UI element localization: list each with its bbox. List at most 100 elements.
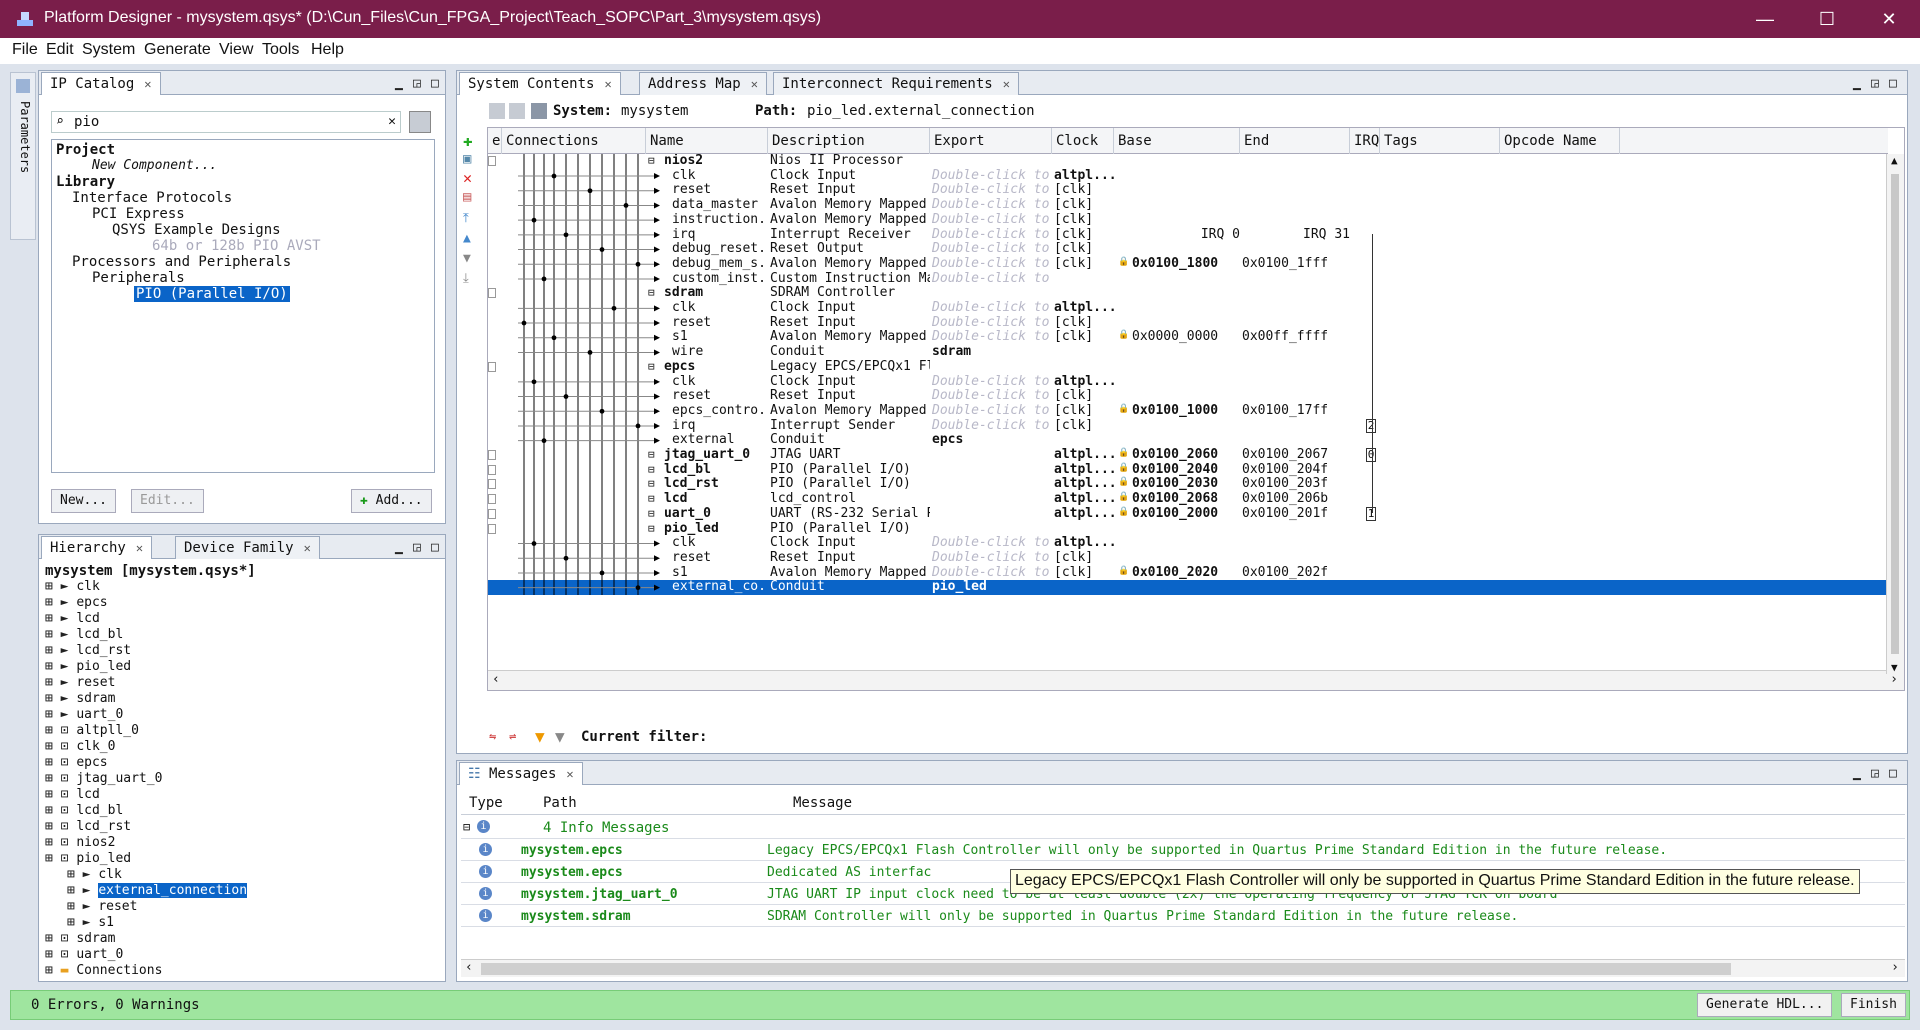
expand-icon[interactable]: ⊞ (67, 883, 83, 898)
irq-number-badge[interactable]: 0 (1366, 448, 1376, 462)
restore-icon[interactable]: ◲ (1871, 766, 1879, 781)
expand-icon[interactable]: ⊞ (45, 643, 61, 658)
interface-row[interactable]: reset Reset Input Double-click to [clk] (488, 389, 1888, 404)
connection-dot[interactable] (599, 408, 605, 414)
tab-messages[interactable]: ☷ Messages ✕ (459, 762, 583, 785)
tab-ip-catalog[interactable]: IP Catalog ✕ (41, 72, 161, 95)
interface-row[interactable]: clk Clock Input Double-click to altpl... (488, 301, 1888, 316)
connection-dot[interactable] (635, 423, 641, 429)
connection-dot[interactable] (551, 335, 557, 341)
expand-icon[interactable]: ⊞ (45, 611, 61, 626)
lock-icon[interactable]: 🔒 (1118, 257, 1129, 267)
lock-icon[interactable]: 🔒 (1118, 448, 1129, 458)
expand-icon[interactable]: ⊞ (45, 851, 61, 866)
connection-dot[interactable] (611, 305, 617, 311)
close-icon[interactable]: ✕ (566, 767, 573, 781)
expand-icon[interactable]: ⊞ (45, 627, 61, 642)
connection-dot[interactable] (587, 188, 593, 194)
hierarchy-item[interactable]: ⊞ ⊡ sdram (45, 931, 115, 946)
hierarchy-item[interactable]: ⊞ ► clk (45, 579, 100, 594)
up-icon[interactable] (509, 103, 525, 119)
enable-checkbox[interactable] (488, 464, 496, 475)
collapse-icon[interactable]: ⊟ (463, 820, 470, 834)
horizontal-scrollbar[interactable]: ‹ › (488, 670, 1904, 690)
scroll-thumb[interactable] (481, 963, 1731, 975)
tree-processors-peripherals[interactable]: Processors and Peripherals (72, 254, 291, 270)
close-icon[interactable]: ✕ (136, 541, 143, 555)
interface-row[interactable]: irq Interrupt Receiver Double-click to [clk… (488, 228, 1888, 243)
move-down-icon[interactable]: ▼ (463, 251, 471, 266)
lock-icon[interactable]: 🔒 (1118, 492, 1129, 502)
expand-icon[interactable]: ⊞ (45, 819, 61, 834)
connection-dot[interactable] (531, 379, 537, 385)
connection-dot[interactable] (551, 173, 557, 179)
col-clock[interactable]: Clock (1052, 128, 1114, 154)
menu-view[interactable]: View (219, 41, 253, 59)
interface-row[interactable]: epcs_contro...Avalon Memory Mapped ...Do… (488, 404, 1888, 419)
expand-icon[interactable]: ⊞ (45, 787, 61, 802)
restore-icon[interactable]: ◲ (413, 76, 421, 91)
interface-row[interactable]: clk Clock Input Double-click to altpl... (488, 536, 1888, 551)
tab-hierarchy[interactable]: Hierarchy ✕ (41, 536, 153, 559)
maximize-icon[interactable]: □ (1889, 766, 1897, 781)
message-row[interactable]: i mysystem.sdram SDRAM Controller will onl… (461, 905, 1905, 927)
module-row[interactable]: ⊟uart_0UART (RS-232 Serial P...altpl...🔒… (488, 507, 1888, 522)
restore-icon[interactable]: ◲ (413, 540, 421, 555)
enable-checkbox[interactable] (488, 508, 496, 519)
col-name[interactable]: Name (646, 128, 768, 154)
new-button[interactable]: New... (51, 489, 116, 513)
scroll-up-icon[interactable]: ▲ (1891, 154, 1898, 167)
interface-row[interactable]: custom_inst...Custom Instruction Ma...Do… (488, 272, 1888, 287)
hierarchy-item[interactable]: ⊞ ⊡ pio_led (45, 851, 131, 866)
interface-row[interactable]: s1 Avalon Memory Mapped ...Double-click t… (488, 566, 1888, 581)
close-icon[interactable]: ✕ (304, 541, 311, 555)
tree-project[interactable]: Project (56, 142, 115, 158)
hierarchy-item[interactable]: ⊞ ► uart_0 (45, 707, 123, 722)
search-input[interactable]: ⌕ pio ✕ (51, 111, 401, 133)
expand-icon[interactable]: ⊞ (45, 771, 61, 786)
interface-row[interactable]: instruction...Avalon Memory Mapped ...Do… (488, 213, 1888, 228)
expand-icon[interactable]: ⊞ (45, 947, 61, 962)
col-tags[interactable]: Tags (1380, 128, 1500, 154)
module-row[interactable]: ⊟ lcd_rst PIO (Parallel I/O) altpl... 🔒 0x010… (488, 477, 1888, 492)
minimize-icon[interactable]: ▁ (395, 540, 403, 555)
hierarchy-item[interactable]: ⊞ ► lcd_bl (45, 627, 123, 642)
tab-interconnect-requirements[interactable]: Interconnect Requirements ✕ (773, 72, 1019, 95)
interface-row[interactable]: external Conduit epcs (488, 433, 1888, 448)
hierarchy-item[interactable]: ⊞ ► clk (67, 867, 122, 882)
scroll-down-icon[interactable]: ▼ (1891, 661, 1898, 674)
module-row[interactable]: ⊟ lcd_bl PIO (Parallel I/O) altpl... 🔒 0x0100… (488, 463, 1888, 478)
col-type[interactable]: Type (469, 795, 503, 811)
maximize-icon[interactable]: □ (1889, 76, 1897, 91)
connection-dot[interactable] (563, 555, 569, 561)
expand-icon[interactable]: ⊞ (45, 691, 61, 706)
col-export[interactable]: Export (930, 128, 1052, 154)
tab-address-map[interactable]: Address Map ✕ (639, 72, 767, 95)
minimize-icon[interactable]: ▁ (395, 76, 403, 91)
close-icon[interactable]: ✕ (751, 77, 758, 91)
settings-icon[interactable] (409, 111, 431, 133)
interface-row[interactable]: clk Clock Input Double-click to altpl... (488, 169, 1888, 184)
hierarchy-item[interactable]: ⊞ ⊡ lcd_bl (45, 803, 123, 818)
vertical-scrollbar[interactable]: ▲ ▼ (1886, 154, 1904, 674)
col-connections[interactable]: Connections (502, 128, 646, 154)
expand-icon[interactable]: ⊞ (45, 755, 61, 770)
col-description[interactable]: Description (768, 128, 930, 154)
scroll-left-icon[interactable]: ‹ (492, 672, 500, 687)
menu-generate[interactable]: Generate (144, 41, 211, 59)
minimize-icon[interactable]: ▁ (1853, 766, 1861, 781)
tab-system-contents[interactable]: System Contents ✕ (459, 72, 621, 95)
back-icon[interactable] (489, 103, 505, 119)
move-up-icon[interactable]: ▲ (463, 231, 471, 246)
expand-icon[interactable]: ⊞ (67, 899, 83, 914)
col-e[interactable]: e (488, 128, 502, 154)
hierarchy-item[interactable]: ⊞ ► lcd_rst (45, 643, 131, 658)
expand-icon[interactable]: ⊞ (45, 963, 61, 978)
clear-filter-icon[interactable]: ▼ (555, 727, 565, 746)
move-top-icon[interactable]: ⤒ (463, 211, 469, 226)
expand-icon[interactable]: ⊞ (45, 931, 61, 946)
close-icon[interactable]: ✕ (604, 77, 611, 91)
interface-row[interactable]: external_co...Conduit pio_led (488, 580, 1888, 595)
hierarchy-item[interactable]: ⊞ ⊡ lcd (45, 787, 100, 802)
connection-dot[interactable] (599, 570, 605, 576)
